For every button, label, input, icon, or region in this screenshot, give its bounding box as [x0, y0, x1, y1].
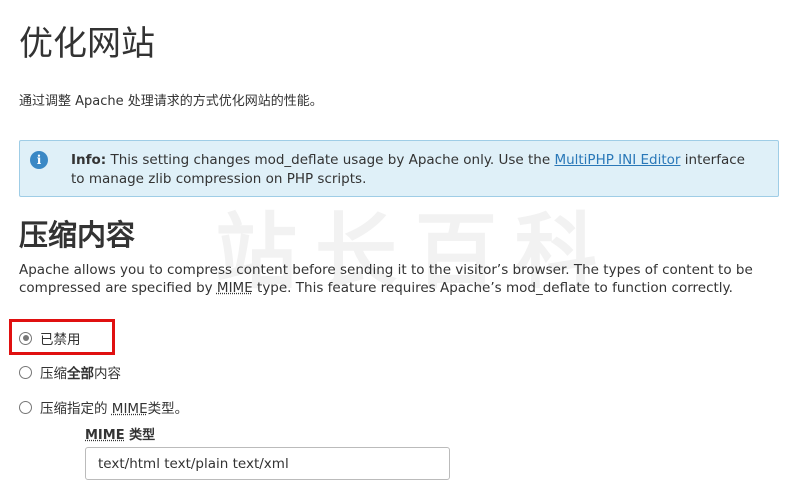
option-label-part: 类型。 — [147, 401, 189, 417]
mime-abbr: MIME — [216, 280, 253, 296]
radio-disabled[interactable] — [19, 331, 32, 345]
info-text: Info: This setting changes mod_deflate u… — [71, 151, 761, 189]
option-compress-all[interactable]: 压缩全部内容 — [19, 362, 121, 382]
mime-abbr: MIME — [111, 401, 148, 417]
mime-types-input[interactable] — [85, 447, 450, 480]
page-title: 优化网站 — [19, 24, 155, 64]
multiphp-ini-editor-link[interactable]: MultiPHP INI Editor — [554, 152, 680, 168]
info-icon-strip: i — [20, 141, 60, 196]
option-label-part: 压缩指定的 — [40, 401, 112, 417]
radio-compress-mime[interactable] — [19, 400, 32, 414]
info-callout: i Info: This setting changes mod_deflate… — [19, 140, 779, 197]
radio-compress-all[interactable] — [19, 365, 32, 379]
info-text-before: This setting changes mod_deflate usage b… — [106, 152, 555, 168]
page-description: 通过调整 Apache 处理请求的方式优化网站的性能。 — [19, 94, 323, 109]
option-compress-all-label: 压缩全部内容 — [40, 362, 121, 382]
info-label: Info: — [71, 152, 107, 168]
mime-types-label: MIME 类型 — [85, 424, 155, 443]
option-compress-mime-label: 压缩指定的 MIME类型。 — [40, 397, 188, 417]
option-disabled-label: 已禁用 — [40, 332, 81, 348]
option-label-part: 压缩 — [40, 366, 67, 382]
section-title: 压缩内容 — [19, 218, 136, 252]
mime-label-rest: 类型 — [124, 428, 156, 443]
option-disabled[interactable]: 已禁用 — [19, 328, 81, 348]
option-compress-mime[interactable]: 压缩指定的 MIME类型。 — [19, 397, 188, 417]
section-description: Apache allows you to compress content be… — [19, 261, 759, 297]
option-label-bold: 全部 — [67, 366, 94, 382]
mime-abbr: MIME — [85, 428, 125, 443]
option-label-part: 内容 — [94, 366, 121, 382]
info-icon: i — [30, 151, 48, 169]
section-desc-part2: type. This feature requires Apache’s mod… — [252, 280, 733, 296]
